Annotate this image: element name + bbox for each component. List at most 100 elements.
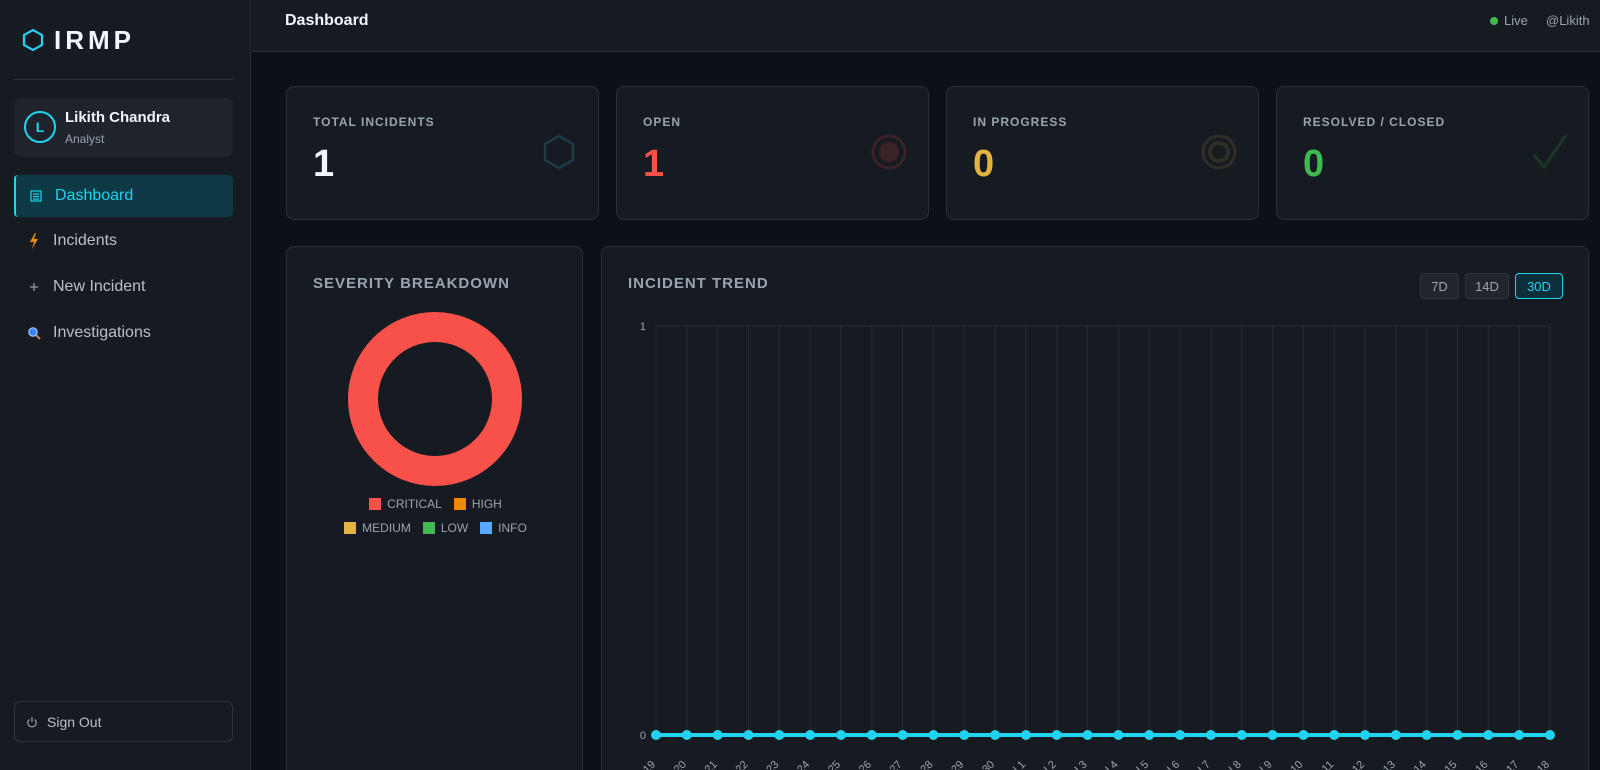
data-point[interactable] <box>1082 730 1093 740</box>
legend-swatch <box>453 498 466 510</box>
data-point[interactable] <box>1236 730 1247 740</box>
y-tick-label: 1 <box>640 321 646 333</box>
incident-trend-panel: INCIDENT TREND 7D 14D 30D 01un 19un 20un… <box>601 246 1589 770</box>
checkmark-icon <box>1532 134 1568 170</box>
x-tick-label: un 20 <box>661 759 689 770</box>
data-point[interactable] <box>897 730 908 740</box>
data-point[interactable] <box>805 730 816 740</box>
x-tick-label: Jul 3 <box>1065 759 1090 770</box>
legend-label: INFO <box>498 521 527 535</box>
lightning-icon <box>27 233 41 249</box>
page-title: Dashboard <box>285 12 369 29</box>
ring-icon <box>1201 134 1237 170</box>
data-point[interactable] <box>1144 730 1155 740</box>
x-tick-label: Jul 2 <box>1034 759 1059 770</box>
incident-trend-chart: 01un 19un 20un 21un 22un 23un 24un 25un … <box>630 321 1555 770</box>
data-point[interactable] <box>1452 730 1463 740</box>
y-tick-label: 0 <box>640 730 646 742</box>
x-tick-label: Jul 6 <box>1157 759 1182 770</box>
x-tick-label: Jul 1 <box>1003 759 1028 770</box>
sidebar-item-label: Incidents <box>53 232 118 249</box>
severity-donut-chart <box>348 312 522 486</box>
data-point[interactable] <box>959 730 970 740</box>
hexagon-icon <box>22 28 44 52</box>
sidebar-item-label: Dashboard <box>55 187 134 204</box>
hexagon-icon <box>543 134 575 170</box>
data-point[interactable] <box>1360 730 1371 740</box>
severity-legend: CRITICAL HIGH <box>287 497 584 511</box>
data-point[interactable] <box>651 730 661 740</box>
legend-swatch <box>480 522 493 534</box>
user-role: Analyst <box>65 132 105 146</box>
stat-value: 1 <box>313 143 335 185</box>
legend-label: MEDIUM <box>362 521 411 535</box>
data-point[interactable] <box>712 730 723 740</box>
stat-value: 0 <box>1303 143 1325 185</box>
user-name: Likith Chandra <box>65 109 171 126</box>
x-tick-label: Jul 4 <box>1096 759 1121 770</box>
data-point[interactable] <box>1514 730 1525 740</box>
sign-out-button[interactable]: Sign Out <box>14 701 233 742</box>
legend-item-low[interactable]: LOW <box>422 521 468 535</box>
donut-slice-critical[interactable] <box>348 312 522 486</box>
stat-label: OPEN <box>643 115 682 129</box>
stat-label: IN PROGRESS <box>973 115 1068 129</box>
divider <box>14 79 233 80</box>
stat-value: 0 <box>973 143 995 185</box>
sidebar-item-dashboard[interactable]: Dashboard <box>14 175 233 217</box>
x-tick-label: Jul 13 <box>1369 759 1398 770</box>
data-point[interactable] <box>1390 730 1401 740</box>
data-point[interactable] <box>835 730 846 740</box>
stat-card-open: OPEN 1 <box>616 86 929 220</box>
magnifier-icon <box>27 325 41 341</box>
data-point[interactable] <box>990 730 1001 740</box>
x-tick-label: Jul 16 <box>1461 759 1490 770</box>
legend-item-medium[interactable]: MEDIUM <box>344 521 411 535</box>
user-handle[interactable]: @Likith <box>1546 13 1590 28</box>
x-tick-label: un 22 <box>723 759 751 770</box>
data-point[interactable] <box>1545 730 1555 740</box>
x-tick-label: un 19 <box>630 759 658 770</box>
x-tick-label: un 28 <box>908 759 936 770</box>
data-point[interactable] <box>1298 730 1309 740</box>
sidebar-item-incidents[interactable]: Incidents <box>14 220 233 262</box>
data-point[interactable] <box>743 730 754 740</box>
data-point[interactable] <box>1020 730 1031 740</box>
data-point[interactable] <box>866 730 877 740</box>
data-point[interactable] <box>1421 730 1432 740</box>
x-tick-label: Jul 15 <box>1430 759 1459 770</box>
x-tick-label: Jul 9 <box>1250 759 1275 770</box>
legend-swatch <box>369 498 382 510</box>
brand-logo[interactable]: IRMP <box>22 24 135 56</box>
legend-item-info[interactable]: INFO <box>480 521 527 535</box>
legend-label: HIGH <box>471 497 502 511</box>
x-tick-label: un 29 <box>938 759 966 770</box>
data-point[interactable] <box>1329 730 1340 740</box>
sidebar-item-new-incident[interactable]: New Incident <box>14 266 233 308</box>
x-tick-label: un 24 <box>784 759 812 770</box>
x-tick-label: Jul 17 <box>1492 759 1521 770</box>
stat-card-total: TOTAL INCIDENTS 1 <box>286 86 599 220</box>
x-tick-label: Jul 18 <box>1523 759 1552 770</box>
data-point[interactable] <box>774 730 785 740</box>
data-point[interactable] <box>1205 730 1216 740</box>
x-tick-label: Jul 5 <box>1126 759 1151 770</box>
data-point[interactable] <box>1267 730 1278 740</box>
data-point[interactable] <box>928 730 939 740</box>
legend-item-critical[interactable]: CRITICAL <box>369 497 442 511</box>
legend-swatch <box>422 522 435 534</box>
data-point[interactable] <box>681 730 692 740</box>
legend-swatch <box>344 522 357 534</box>
live-status-label: Live <box>1504 13 1528 28</box>
data-point[interactable] <box>1175 730 1186 740</box>
power-icon <box>27 716 37 727</box>
data-point[interactable] <box>1113 730 1124 740</box>
data-point[interactable] <box>1483 730 1494 740</box>
legend-label: CRITICAL <box>387 497 442 511</box>
x-tick-label: un 30 <box>969 759 997 770</box>
x-tick-label: Jul 7 <box>1188 759 1213 770</box>
legend-item-high[interactable]: HIGH <box>453 497 502 511</box>
data-point[interactable] <box>1051 730 1062 740</box>
x-tick-label: un 27 <box>877 759 905 770</box>
sidebar-item-investigations[interactable]: Investigations <box>14 312 233 354</box>
